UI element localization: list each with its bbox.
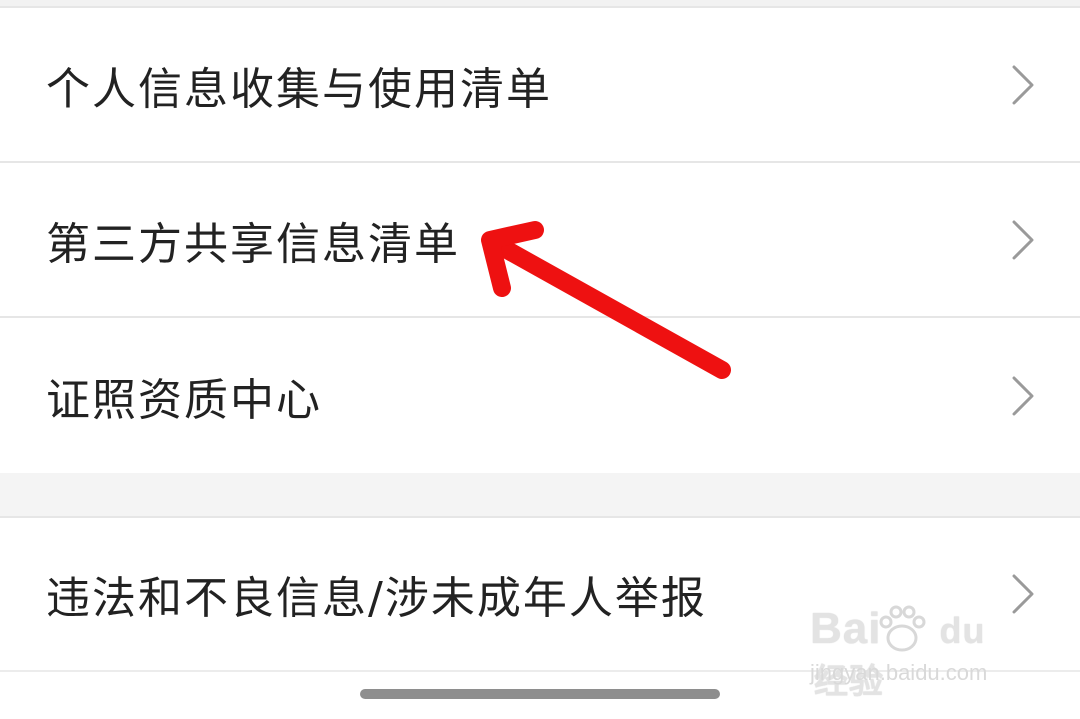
paw-icon — [879, 605, 926, 652]
chevron-right-icon — [1012, 376, 1034, 415]
list-item-label: 证照资质中心 — [46, 374, 322, 426]
top-divider — [0, 0, 1080, 8]
list-item-license-center[interactable]: 证照资质中心 — [0, 318, 1080, 473]
list-item-personal-info[interactable]: 个人信息收集与使用清单 — [0, 8, 1080, 163]
list-item-third-party-sharing[interactable]: 第三方共享信息清单 — [0, 163, 1080, 318]
list-item-label: 违法和不良信息/涉未成年人举报 — [46, 573, 707, 624]
settings-list-group: 个人信息收集与使用清单 第三方共享信息清单 证照资质中心 — [0, 8, 1080, 473]
section-separator — [0, 473, 1080, 518]
baidu-jingyan-watermark: Bai du经验 jingyan.baidu.com — [810, 604, 1020, 701]
list-item-label: 第三方共享信息清单 — [46, 218, 460, 270]
list-item-label: 个人信息收集与使用清单 — [46, 63, 552, 115]
chevron-right-icon — [1012, 65, 1034, 104]
watermark-site: jingyan.baidu.com — [810, 660, 988, 685]
home-indicator[interactable] — [360, 689, 720, 699]
chevron-right-icon — [1012, 220, 1034, 259]
